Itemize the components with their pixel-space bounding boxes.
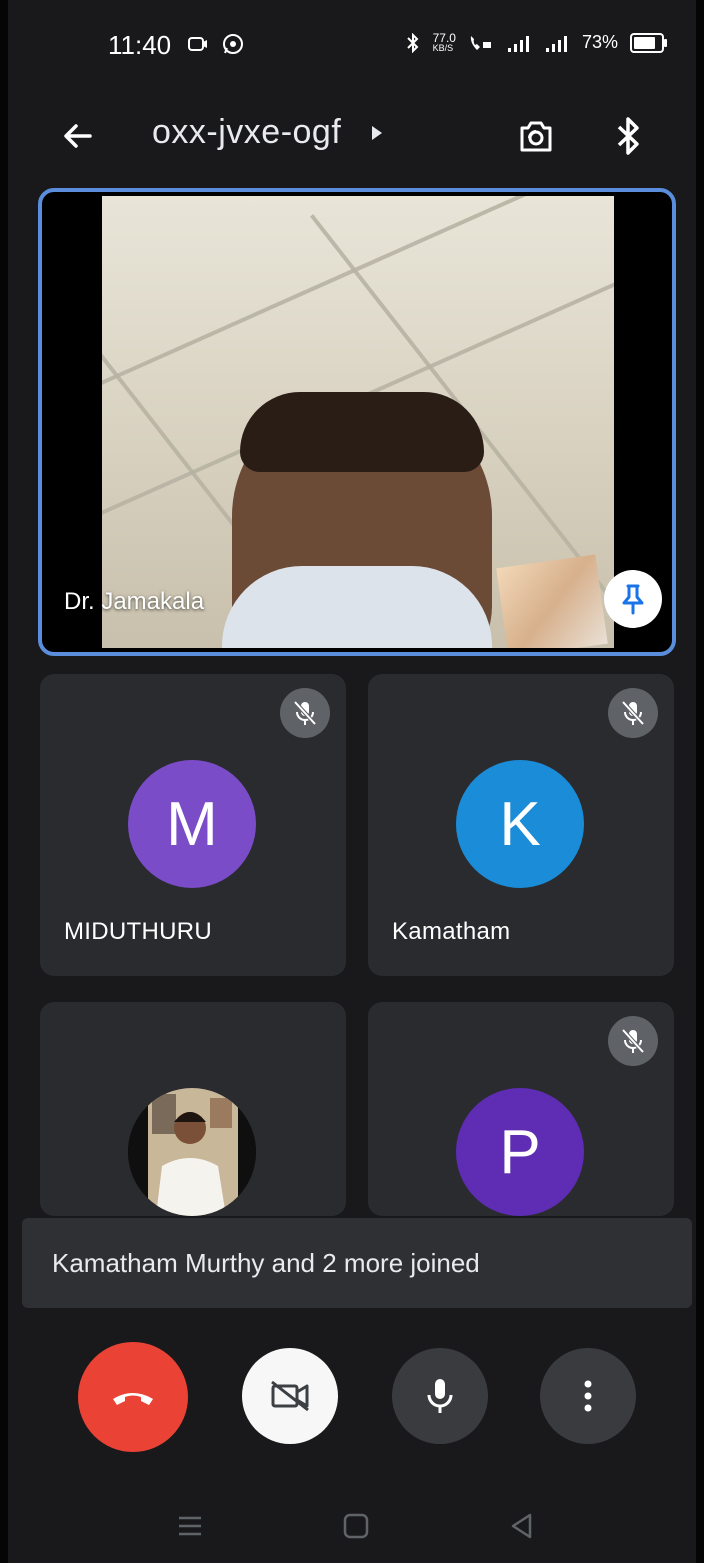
status-bar: 11:40 77.0 KB/S 73% [0,0,704,96]
muted-indicator [280,688,330,738]
avatar: M [128,760,256,888]
recents-button[interactable] [170,1506,210,1546]
menu-icon [179,1516,201,1536]
microphone-toggle-button[interactable] [392,1348,488,1444]
bluetooth-icon [617,117,639,155]
mic-off-icon [621,700,645,726]
home-button[interactable] [336,1506,376,1546]
end-call-button[interactable] [78,1342,188,1452]
status-right: 77.0 KB/S 73% [405,30,667,53]
pin-button[interactable] [604,570,662,628]
notification-icons [188,33,244,55]
join-notification-text: Kamatham Murthy and 2 more joined [52,1248,480,1278]
signal-1-icon [507,35,529,52]
more-vert-icon [584,1380,592,1412]
app-screen: 11:40 77.0 KB/S 73% oxx-jvxe-ogf Dr. Jam… [0,0,704,1563]
back-arrow-icon [64,124,92,148]
muted-indicator [608,1016,658,1066]
whatsapp-icon [223,34,243,54]
more-options-button[interactable] [540,1348,636,1444]
end-call-icon [113,1393,153,1405]
meeting-top-bar: oxx-jvxe-ogf [0,100,704,172]
mic-off-icon [293,700,317,726]
meeting-info-caret-icon[interactable] [372,126,382,140]
meeting-code[interactable]: oxx-jvxe-ogf [152,113,341,152]
camera-toggle-button[interactable] [242,1348,338,1444]
pin-icon [622,584,644,615]
audio-output-button[interactable] [604,112,652,160]
signal-2-icon [545,35,567,52]
bluetooth-status-icon [406,32,419,53]
battery-icon [630,32,667,53]
screen-record-icon [188,37,207,51]
switch-camera-icon [520,121,552,152]
avatar: P [456,1088,584,1216]
muted-indicator [608,688,658,738]
participant-tile[interactable]: K Kamatham [368,674,674,976]
volte-call-icon [470,35,491,50]
speaker-name: Dr. Jamakala [64,588,205,615]
network-speed-unit: KB/S [432,42,454,53]
home-icon [343,1513,369,1539]
switch-camera-button[interactable] [510,112,562,160]
call-controls [0,1336,704,1456]
join-notification: Kamatham Murthy and 2 more joined [22,1218,692,1308]
participant-tile[interactable]: P [368,1002,674,1216]
network-speed-value: 77.0 [432,30,456,45]
speaker-video [102,196,614,648]
avatar: K [456,760,584,888]
back-icon [511,1513,532,1539]
screen-edge-left [0,0,8,1563]
profile-photo [128,1088,256,1216]
participant-name: Kamatham [392,918,511,945]
camera-off-icon [271,1380,309,1412]
active-speaker-tile[interactable]: Dr. Jamakala [38,188,676,656]
back-button[interactable] [56,114,100,158]
nav-back-button[interactable] [502,1506,542,1546]
participant-name: MIDUTHURU [64,918,213,945]
system-nav-bar [0,1490,704,1563]
status-time: 11:40 [108,30,172,60]
mic-icon [427,1379,453,1413]
battery-percent: 73% [581,32,618,52]
participant-tile[interactable] [40,1002,346,1216]
participant-tile[interactable]: M MIDUTHURU [40,674,346,976]
network-speed: 77.0 KB/S [432,30,456,53]
screen-edge-right [696,0,704,1563]
mic-off-icon [621,1028,645,1054]
